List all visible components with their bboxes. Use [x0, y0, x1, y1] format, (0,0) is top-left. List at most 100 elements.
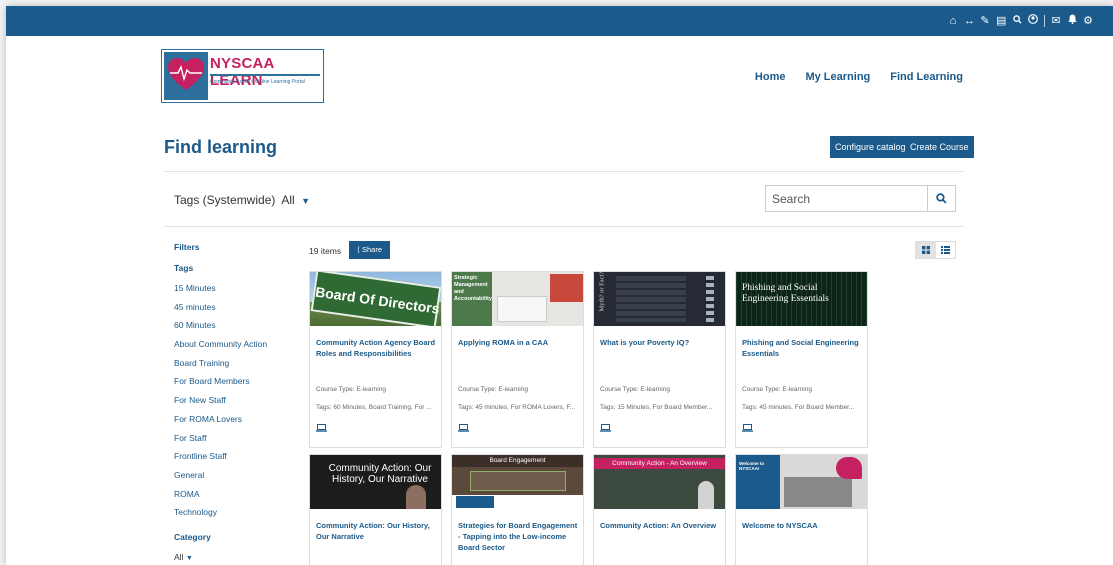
arrows-h-icon[interactable]: ↔ — [964, 6, 975, 36]
course-card[interactable]: Phishing and Social Engineering Essentia… — [735, 271, 868, 448]
bell-icon[interactable] — [1067, 6, 1077, 36]
home-icon[interactable]: ⌂ — [948, 6, 958, 36]
browser-frame: ⌂ ↔ ✎ ▤ ✉ ⚙ NYSCAA LEARN Community Actio… — [6, 6, 1113, 565]
grid-icon — [921, 246, 930, 254]
course-image-caption: Myth? or Fact? — [598, 272, 606, 312]
course-card[interactable]: Board Of Directors Community Action Agen… — [309, 271, 442, 448]
image-decoration — [784, 477, 852, 507]
main-nav: Home My Learning Find Learning — [755, 71, 963, 83]
language-icon[interactable]: ▤ — [996, 6, 1006, 36]
image-decoration — [698, 481, 714, 509]
course-image: Board Of Directors — [310, 272, 441, 326]
nav-my-learning[interactable]: My Learning — [805, 71, 870, 83]
course-tags: Tags: 15 Minutes, For Board Member... — [600, 404, 713, 411]
tag-filter-item[interactable]: Technology — [174, 506, 267, 525]
divider — [164, 226, 964, 227]
tag-filter-item[interactable]: 60 Minutes — [174, 319, 267, 338]
caret-down-icon: ▼ — [185, 555, 193, 562]
category-dropdown-value: All — [174, 552, 184, 562]
laptop-icon — [458, 424, 469, 432]
course-card[interactable]: Welcome to NYSCAA! Welcome to NYSCAA — [735, 454, 868, 565]
nav-home[interactable]: Home — [755, 71, 786, 83]
course-card[interactable]: Myth? or Fact? What is your Poverty IQ? … — [593, 271, 726, 448]
tag-filter-item[interactable]: 15 Minutes — [174, 282, 267, 301]
course-image: Board Engagement — [452, 455, 583, 509]
course-image: Strategic Management and Accountability — [452, 272, 583, 326]
share-icon: ⟨ — [356, 245, 360, 254]
image-decoration — [406, 485, 426, 509]
site-logo[interactable]: NYSCAA LEARN Community Action's Online L… — [161, 49, 324, 103]
logo-tagline: Community Action's Online Learning Porta… — [210, 79, 305, 85]
tags-dropdown-value: All — [281, 193, 295, 207]
course-type: Course Type: E-learning — [600, 386, 670, 393]
course-tags: Tags: 45 minutes, For ROMA Lovers, F... — [458, 404, 576, 411]
tag-filter-item[interactable]: For Board Members — [174, 375, 267, 394]
list-view-button[interactable] — [936, 242, 956, 258]
topbar-icons: ⌂ ↔ ✎ ▤ ✉ ⚙ — [948, 6, 1093, 36]
tag-filter-item[interactable]: General — [174, 469, 267, 488]
course-image-caption: Community Action - An Overview — [594, 458, 725, 469]
course-title[interactable]: What is your Poverty IQ? — [600, 337, 722, 348]
filters-heading: Filters — [174, 242, 200, 252]
course-title[interactable]: Welcome to NYSCAA — [742, 520, 864, 531]
logo-rule — [210, 74, 320, 76]
course-title[interactable]: Community Action: Our History, Our Narra… — [316, 520, 438, 542]
grid-view-button[interactable] — [916, 242, 936, 258]
course-card[interactable]: Strategic Management and Accountability … — [451, 271, 584, 448]
course-title[interactable]: Community Action: An Overview — [600, 520, 722, 531]
results-count: 19 items — [309, 246, 342, 256]
image-decoration — [836, 457, 862, 479]
course-image-caption: Community Action: Our History, Our Narra… — [328, 463, 432, 485]
search-input[interactable] — [766, 186, 927, 211]
top-navbar: ⌂ ↔ ✎ ▤ ✉ ⚙ — [6, 6, 1113, 36]
user-circle-icon[interactable] — [1028, 6, 1038, 36]
course-type: Course Type: E-learning — [458, 386, 528, 393]
tag-filter-item[interactable]: Frontline Staff — [174, 450, 267, 469]
heart-logo-icon — [164, 52, 208, 100]
pencil-icon[interactable]: ✎ — [980, 6, 990, 36]
search-icon — [936, 193, 947, 204]
course-image: Myth? or Fact? — [594, 272, 725, 326]
laptop-icon — [600, 424, 611, 432]
course-title[interactable]: Community Action Agency Board Roles and … — [316, 337, 438, 359]
image-decoration — [456, 496, 494, 508]
course-image-caption: Strategic Management and Accountability — [452, 272, 492, 326]
course-title[interactable]: Applying ROMA in a CAA — [458, 337, 580, 348]
course-card[interactable]: Board Engagement Strategies for Board En… — [451, 454, 584, 565]
nav-find-learning[interactable]: Find Learning — [890, 71, 963, 83]
course-title[interactable]: Strategies for Board Engagement - Tappin… — [458, 520, 580, 553]
gear-icon[interactable]: ⚙ — [1083, 6, 1093, 36]
create-course-button[interactable]: Create Course — [905, 136, 974, 158]
category-filter-heading: Category — [174, 532, 211, 542]
course-tags: Tags: 60 Minutes, Board Training, For ..… — [316, 404, 432, 411]
course-image-caption: Phishing and Social Engineering Essentia… — [742, 283, 829, 304]
tag-filter-item[interactable]: For New Staff — [174, 394, 267, 413]
view-toggle — [915, 241, 956, 259]
tag-filter-item[interactable]: ROMA — [174, 488, 267, 507]
tag-filter-item[interactable]: 45 minutes — [174, 301, 267, 320]
course-image: Welcome to NYSCAA! — [736, 455, 867, 509]
tag-filter-item[interactable]: For ROMA Lovers — [174, 413, 267, 432]
tag-filter-item[interactable]: About Community Action — [174, 338, 267, 357]
tags-dropdown[interactable]: Tags (Systemwide) All ▼ — [174, 193, 310, 207]
course-card[interactable]: Community Action: Our History, Our Narra… — [309, 454, 442, 565]
tag-filter-item[interactable]: Board Training — [174, 357, 267, 376]
envelope-icon[interactable]: ✉ — [1051, 6, 1061, 36]
search-button[interactable] — [927, 186, 955, 211]
share-label: Share — [362, 245, 383, 254]
share-button[interactable]: ⟨ Share — [349, 241, 390, 259]
course-image: Community Action: Our History, Our Narra… — [310, 455, 441, 509]
tags-filter-heading: Tags — [174, 263, 194, 273]
course-card[interactable]: Community Action - An Overview Community… — [593, 454, 726, 565]
image-decoration — [497, 296, 547, 322]
search-icon[interactable] — [1012, 6, 1022, 36]
search-box — [765, 185, 956, 212]
course-title[interactable]: Phishing and Social Engineering Essentia… — [742, 337, 864, 359]
course-image-caption: Board Engagement — [452, 455, 583, 467]
laptop-icon — [742, 424, 753, 432]
image-decoration — [706, 276, 714, 322]
category-dropdown[interactable]: All ▼ — [174, 552, 193, 562]
tag-filter-item[interactable]: For Staff — [174, 432, 267, 451]
configure-catalog-button[interactable]: Configure catalog — [830, 136, 911, 158]
tags-dropdown-label: Tags (Systemwide) — [174, 193, 276, 207]
